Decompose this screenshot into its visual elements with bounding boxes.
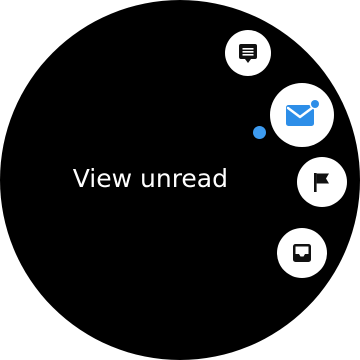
option-label: View unread: [72, 164, 228, 193]
flagged-button[interactable]: [297, 157, 347, 207]
view-unread-button[interactable]: [270, 83, 334, 147]
unread-mail-icon: [282, 95, 322, 135]
watch-face: View unread: [0, 0, 360, 360]
message-list-button[interactable]: [225, 30, 271, 76]
message-list-icon: [237, 42, 259, 64]
inbox-icon: [290, 241, 314, 265]
flag-icon: [310, 170, 334, 194]
selection-indicator: [253, 126, 266, 139]
inbox-button[interactable]: [277, 228, 327, 278]
